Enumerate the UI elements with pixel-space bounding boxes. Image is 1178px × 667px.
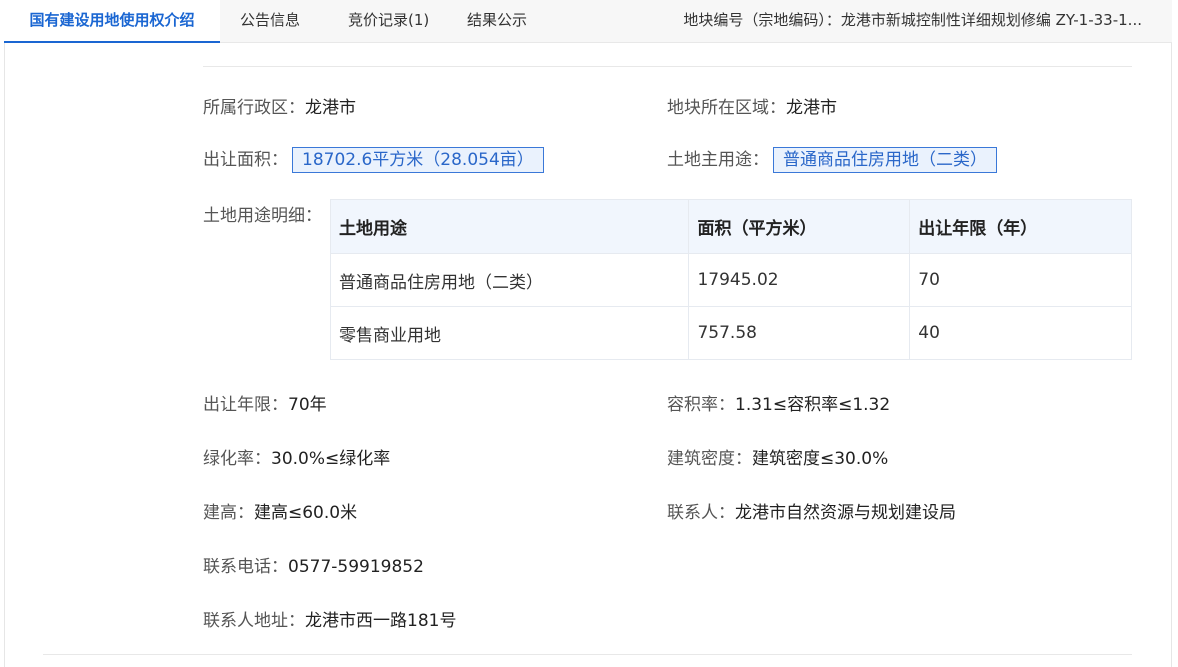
building-density-field: 建筑密度：建筑密度≤30.0% (667, 444, 888, 469)
region-label: 地块所在区域： (667, 98, 786, 118)
table-row: 普通商品住房用地（二类） 17945.02 70 (329, 253, 1132, 307)
parcel-number: 地块编号（宗地编码）：龙港市新城控制性详细规划修编 ZY-1-33-1... (683, 0, 1142, 43)
tab-announcement[interactable]: 公告信息 (240, 0, 300, 43)
term-field: 出让年限：70年 (203, 390, 327, 415)
term-label: 出让年限： (203, 395, 288, 415)
district-label: 所属行政区： (203, 98, 305, 118)
cell-area: 17945.02 (688, 253, 911, 307)
district-value: 龙港市 (305, 98, 356, 118)
region-field: 地块所在区域：龙港市 (667, 93, 837, 118)
cell-land-use: 普通商品住房用地（二类） (329, 253, 690, 307)
tab-bar: 国有建设用地使用权介绍 公告信息 竞价记录(1) 结果公示 地块编号（宗地编码）… (4, 0, 1172, 43)
green-ratio-field: 绿化率：30.0%≤绿化率 (203, 444, 390, 469)
contact-address-value: 龙港市西一路181号 (305, 611, 457, 631)
parcel-number-label: 地块编号（宗地编码）： (683, 11, 841, 29)
main-use-tag: 普通商品住房用地（二类） (773, 147, 997, 173)
region-value: 龙港市 (786, 98, 837, 118)
divider (43, 654, 1132, 655)
green-ratio-value: 30.0%≤绿化率 (271, 449, 391, 469)
building-density-value: 建筑密度≤30.0% (752, 449, 889, 469)
column-header-term: 出让年限（年） (909, 199, 1132, 254)
building-height-field: 建高：建高≤60.0米 (203, 498, 357, 523)
contact-phone-value: 0577-59919852 (288, 557, 424, 577)
main-use-label: 土地主用途： (667, 150, 769, 170)
contact-address-field: 联系人地址：龙港市西一路181号 (203, 606, 456, 631)
tab-land-use-right-intro[interactable]: 国有建设用地使用权介绍 (4, 0, 220, 43)
contact-person-value: 龙港市自然资源与规划建设局 (735, 503, 956, 523)
contact-phone-field: 联系电话：0577-59919852 (203, 552, 424, 577)
table-row: 零售商业用地 757.58 40 (329, 306, 1132, 360)
divider (203, 66, 1132, 67)
building-height-value: 建高≤60.0米 (254, 503, 358, 523)
district-field: 所属行政区：龙港市 (203, 93, 356, 118)
land-use-detail-table: 土地用途 面积（平方米） 出让年限（年） 普通商品住房用地（二类） 17945.… (329, 199, 1132, 360)
land-use-detail-label: 土地用途明细： (203, 206, 322, 226)
term-value: 70年 (288, 395, 327, 415)
tab-result-publicity[interactable]: 结果公示 (467, 0, 527, 43)
plot-ratio-label: 容积率： (667, 395, 735, 415)
plot-ratio-field: 容积率：1.31≤容积率≤1.32 (667, 390, 890, 415)
area-tag: 18702.6平方米（28.054亩） (292, 147, 544, 173)
column-header-land-use: 土地用途 (329, 199, 690, 254)
contact-person-label: 联系人： (667, 503, 735, 523)
cell-term: 40 (909, 306, 1132, 360)
green-ratio-label: 绿化率： (203, 449, 271, 469)
contact-person-field: 联系人：龙港市自然资源与规划建设局 (667, 498, 956, 523)
cell-term: 70 (909, 253, 1132, 307)
column-header-area: 面积（平方米） (688, 199, 911, 254)
contact-address-label: 联系人地址： (203, 611, 305, 631)
table-header-row: 土地用途 面积（平方米） 出让年限（年） (329, 199, 1132, 254)
building-height-label: 建高： (203, 503, 254, 523)
cell-land-use: 零售商业用地 (329, 306, 690, 360)
building-density-label: 建筑密度： (667, 449, 752, 469)
main-use-field: 土地主用途： 普通商品住房用地（二类） (667, 145, 997, 173)
tab-bid-records[interactable]: 竞价记录(1) (348, 0, 429, 43)
area-label: 出让面积： (203, 150, 288, 170)
plot-ratio-value: 1.31≤容积率≤1.32 (735, 395, 891, 415)
contact-phone-label: 联系电话： (203, 557, 288, 577)
cell-area: 757.58 (688, 306, 911, 360)
parcel-number-value: 龙港市新城控制性详细规划修编 ZY-1-33-1... (840, 11, 1142, 29)
area-field: 出让面积： 18702.6平方米（28.054亩） (203, 145, 544, 173)
